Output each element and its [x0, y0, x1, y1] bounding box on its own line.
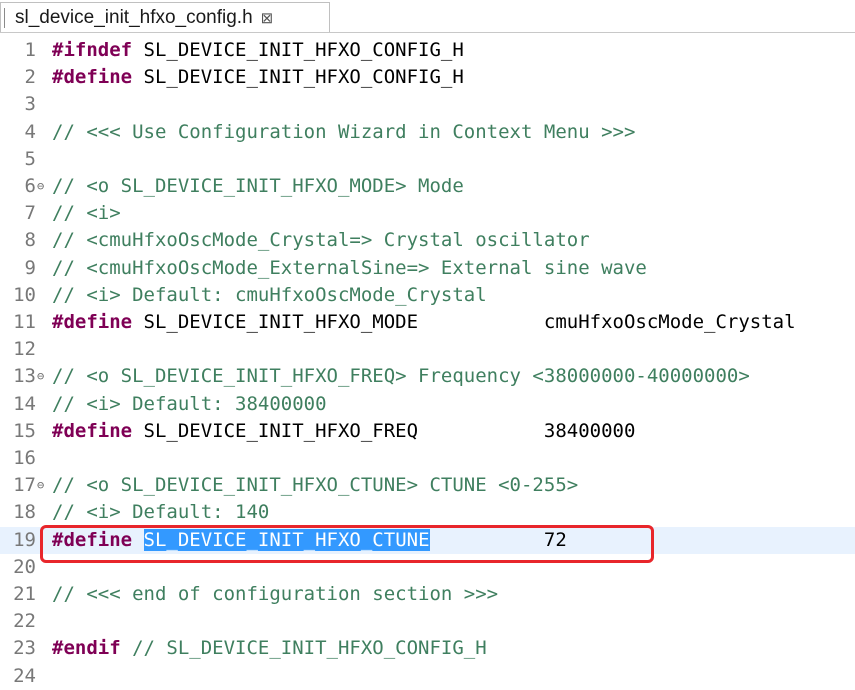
keyword: #endif — [52, 637, 121, 660]
line-number: 20 — [13, 555, 36, 578]
code-line[interactable]: 15 #define SL_DEVICE_INIT_HFXO_FREQ 38400… — [0, 418, 855, 445]
code-text: // <o SL_DEVICE_INIT_HFXO_MODE> Mode — [52, 173, 464, 200]
code-line[interactable]: 12 — [0, 336, 855, 363]
code-content: SL_DEVICE_INIT_HFXO_CONFIG_H — [132, 66, 464, 89]
line-number: 17 — [13, 474, 36, 497]
comment: // <<< end of configuration section >>> — [52, 583, 499, 605]
line-number: 23 — [13, 637, 36, 660]
code-line[interactable]: 24 — [0, 663, 855, 690]
code-text: // <<< end of configuration section >>> — [52, 581, 498, 608]
code-text: // <cmuHfxoOscMode_ExternalSine=> Extern… — [52, 255, 647, 282]
line-number: 18 — [13, 501, 36, 524]
code-text: #define SL_DEVICE_INIT_HFXO_MODE cmuHfxo… — [52, 309, 796, 336]
line-number: 9 — [24, 256, 36, 279]
line-number: 13 — [13, 365, 36, 388]
line-number: 11 — [13, 311, 36, 333]
code-text: // <<< Use Configuration Wizard in Conte… — [52, 119, 635, 146]
comment: // <cmuHfxoOscMode_Crystal=> Crystal osc… — [52, 229, 590, 252]
comment: // <o SL_DEVICE_INIT_HFXO_FREQ> Frequenc… — [52, 365, 750, 388]
close-icon[interactable]: ⊠ — [261, 9, 274, 27]
code-text: // <cmuHfxoOscMode_Crystal=> Crystal osc… — [52, 227, 590, 254]
line-number: 6 — [24, 175, 36, 197]
keyword: #ifndef — [52, 39, 133, 61]
code-line[interactable]: 8 // <cmuHfxoOscMode_Crystal=> Crystal os… — [0, 227, 855, 254]
line-number: 24 — [13, 664, 36, 687]
code-text: #define SL_DEVICE_INIT_HFXO_CTUNE 72 — [52, 527, 567, 554]
line-number: 10 — [13, 283, 36, 306]
code-text: #endif // SL_DEVICE_INIT_HFXO_CONFIG_H — [52, 635, 487, 662]
line-number: 22 — [13, 610, 36, 633]
code-text: // <i> Default: 38400000 — [52, 391, 327, 418]
code-line[interactable]: 20 — [0, 554, 855, 581]
code-content: SL_DEVICE_INIT_HFXO_MODE cmuHfxoOscMode_… — [132, 311, 796, 333]
line-number: 8 — [24, 229, 36, 252]
fold-toggle-icon[interactable]: ⊖ — [37, 363, 44, 390]
keyword: #define — [52, 419, 133, 442]
line-number: 2 — [24, 66, 36, 89]
code-line[interactable]: 10 // <i> Default: cmuHfxoOscMode_Crystal — [0, 282, 855, 309]
comment: // <i> Default: 140 — [52, 501, 270, 524]
code-line[interactable]: 16 — [0, 445, 855, 472]
line-number: 1 — [24, 39, 36, 61]
editor-tab-bar: sl_device_init_hfxo_config.h ⊠ — [0, 0, 855, 33]
line-number: 12 — [13, 338, 36, 361]
comment: // <i> Default: cmuHfxoOscMode_Crystal — [52, 283, 487, 306]
code-text: // <i> Default: cmuHfxoOscMode_Crystal — [52, 282, 487, 309]
code-line[interactable]: 21 // <<< end of configuration section >>… — [0, 581, 855, 608]
line-number: 16 — [13, 447, 36, 469]
code-line[interactable]: 5 — [0, 146, 855, 173]
line-number: 5 — [24, 147, 36, 170]
fold-toggle-icon[interactable]: ⊖ — [37, 173, 44, 200]
selected-text: SL_DEVICE_INIT_HFXO_CTUNE — [143, 528, 430, 551]
comment: // <i> Default: 38400000 — [52, 392, 327, 415]
comment: // <<< Use Configuration Wizard in Conte… — [52, 120, 636, 143]
fold-toggle-icon[interactable]: ⊖ — [37, 472, 44, 499]
comment: // <i> — [52, 202, 121, 225]
tab-edge — [4, 8, 5, 28]
line-number: 7 — [24, 202, 36, 225]
code-line[interactable]: 6 ⊖ // <o SL_DEVICE_INIT_HFXO_MODE> Mode — [0, 173, 855, 200]
code-text: #ifndef SL_DEVICE_INIT_HFXO_CONFIG_H — [52, 37, 464, 64]
code-line[interactable]: 1 #ifndef SL_DEVICE_INIT_HFXO_CONFIG_H — [0, 37, 855, 64]
code-editor[interactable]: 1 #ifndef SL_DEVICE_INIT_HFXO_CONFIG_H 2 #d… — [0, 33, 855, 689]
code-line[interactable]: 17 ⊖ // <o SL_DEVICE_INIT_HFXO_CTUNE> CTUN… — [0, 472, 855, 499]
code-text: // <i> Default: 140 — [52, 499, 269, 526]
code-content: SL_DEVICE_INIT_HFXO_CONFIG_H — [132, 39, 464, 61]
file-tab-title: sl_device_init_hfxo_config.h — [15, 6, 253, 28]
code-line[interactable]: 2 #define SL_DEVICE_INIT_HFXO_CONFIG_H — [0, 64, 855, 91]
line-number: 19 — [13, 528, 36, 551]
comment: // SL_DEVICE_INIT_HFXO_CONFIG_H — [120, 637, 487, 660]
code-text: // <i> — [52, 200, 121, 227]
line-number: 3 — [24, 93, 36, 116]
code-content: 72 — [429, 528, 567, 551]
code-text: // <o SL_DEVICE_INIT_HFXO_CTUNE> CTUNE <… — [52, 472, 578, 499]
keyword: #define — [52, 528, 133, 551]
code-text: // <o SL_DEVICE_INIT_HFXO_FREQ> Frequenc… — [52, 363, 750, 390]
code-text: #define SL_DEVICE_INIT_HFXO_CONFIG_H — [52, 64, 464, 91]
code-line[interactable]: 7 // <i> — [0, 200, 855, 227]
code-line[interactable]: 11 #define SL_DEVICE_INIT_HFXO_MODE cmuHf… — [0, 309, 855, 336]
line-number: 15 — [13, 419, 36, 442]
code-line[interactable]: 9 // <cmuHfxoOscMode_ExternalSine=> Exter… — [0, 255, 855, 282]
code-line[interactable]: 18 // <i> Default: 140 — [0, 499, 855, 526]
comment: // <cmuHfxoOscMode_ExternalSine=> Extern… — [52, 256, 647, 279]
code-line[interactable]: 23 #endif // SL_DEVICE_INIT_HFXO_CONFIG_H — [0, 635, 855, 662]
code-text: #define SL_DEVICE_INIT_HFXO_FREQ 3840000… — [52, 418, 635, 445]
code-line[interactable]: 4 // <<< Use Configuration Wizard in Cont… — [0, 119, 855, 146]
code-content: SL_DEVICE_INIT_HFXO_FREQ 38400000 — [132, 419, 636, 442]
code-line[interactable]: 13 ⊖ // <o SL_DEVICE_INIT_HFXO_FREQ> Frequ… — [0, 363, 855, 390]
file-tab[interactable]: sl_device_init_hfxo_config.h ⊠ — [0, 2, 330, 32]
code-line[interactable]: 14 // <i> Default: 38400000 — [0, 391, 855, 418]
code-line[interactable]: 22 — [0, 608, 855, 635]
comment: // <o SL_DEVICE_INIT_HFXO_CTUNE> CTUNE <… — [52, 474, 579, 497]
line-number: 4 — [24, 120, 36, 143]
line-number: 21 — [13, 583, 36, 605]
code-line[interactable]: 3 — [0, 91, 855, 118]
line-number: 14 — [13, 392, 36, 415]
comment: // <o SL_DEVICE_INIT_HFXO_MODE> Mode — [52, 175, 464, 197]
keyword: #define — [52, 311, 133, 333]
code-line[interactable]: 19 #define SL_DEVICE_INIT_HFXO_CTUNE 72 — [0, 526, 855, 554]
keyword: #define — [52, 66, 133, 89]
